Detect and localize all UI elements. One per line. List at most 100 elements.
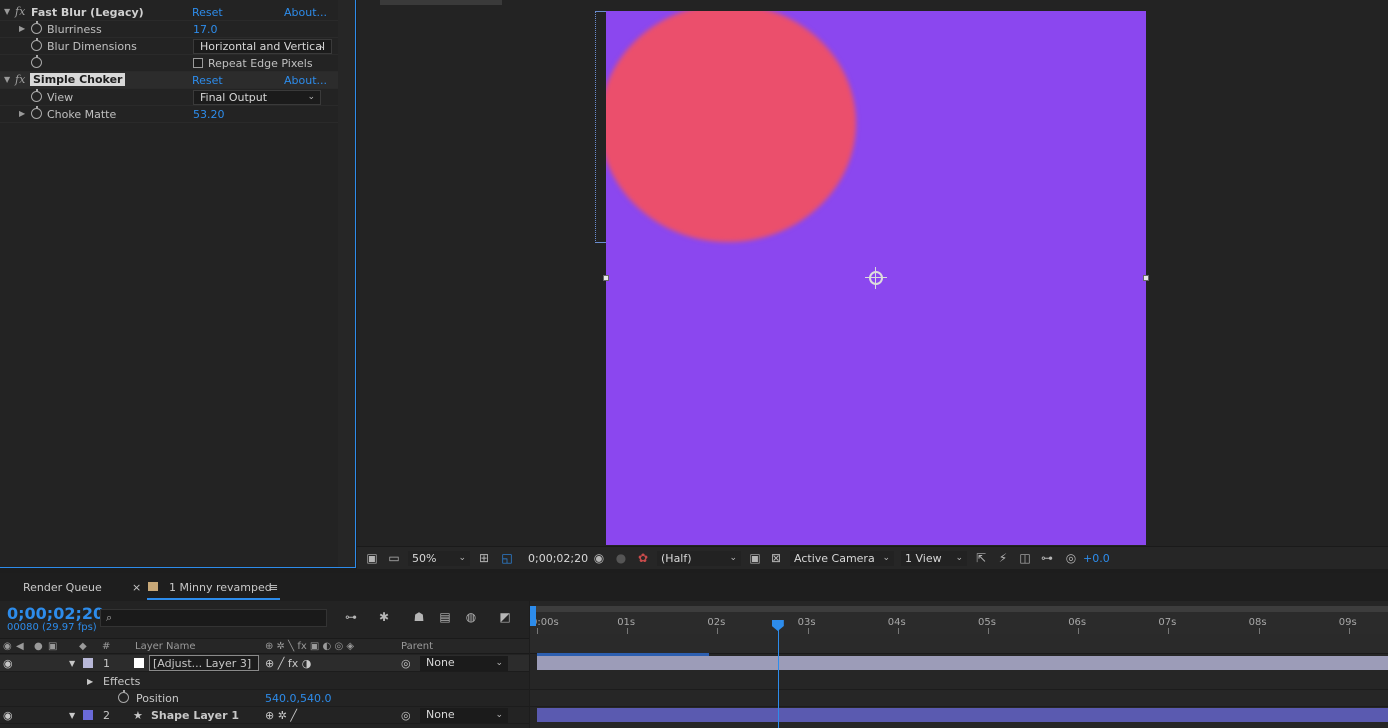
close-tab-icon[interactable]: × (132, 581, 141, 594)
layer-search-input[interactable]: ⌕ (100, 609, 327, 627)
ruler-tick-label: 07s (1158, 617, 1177, 628)
motion-blur-icon[interactable]: ◍ (464, 610, 478, 624)
monitor-icon[interactable]: ▭ (387, 551, 401, 565)
reset-exposure-icon[interactable]: ◎ (1064, 551, 1078, 565)
reset-link[interactable]: Reset (192, 6, 223, 19)
stopwatch-icon[interactable] (31, 89, 42, 102)
stopwatch-icon[interactable] (31, 106, 42, 119)
blurriness-value[interactable]: 17.0 (193, 23, 218, 36)
zoom-dropdown[interactable]: 50% ⌄ (408, 551, 470, 566)
param-label: Blurriness (47, 23, 102, 36)
active-tab-indicator (147, 598, 280, 600)
pickwhip-icon[interactable]: ◎ (401, 709, 411, 722)
tab-render-queue[interactable]: Render Queue (23, 581, 102, 594)
layer-name[interactable]: Shape Layer 1 (151, 709, 239, 722)
transparency-grid-icon[interactable]: ⊠ (769, 551, 783, 565)
panel-menu-icon[interactable]: ≡ (269, 581, 278, 594)
composition-icon (148, 582, 158, 591)
expand-triangle-icon[interactable]: ▼ (69, 659, 75, 668)
switches-row[interactable]: ⊕ ╱ fx ◑ (265, 657, 311, 670)
fx-icon[interactable]: fx (15, 5, 25, 18)
expand-triangle-icon[interactable]: ▶ (19, 109, 25, 118)
expand-triangle-icon[interactable]: ▼ (69, 711, 75, 720)
property-label: Position (136, 692, 179, 705)
toggle-pixel-aspect-icon[interactable]: ⇱ (974, 551, 988, 565)
stopwatch-icon[interactable] (31, 55, 42, 68)
label-tag-icon: ◆ (79, 641, 87, 652)
param-label: Choke Matte (47, 108, 117, 121)
effects-group-row[interactable]: ▶ Effects (0, 673, 529, 690)
expand-triangle-icon[interactable]: ▶ (87, 677, 93, 686)
comp-flowchart-icon[interactable]: ⊶ (344, 610, 358, 624)
ruler-tick-label: 03s (797, 617, 816, 628)
label-color-swatch[interactable] (83, 710, 93, 720)
position-property-row[interactable]: Position 540.0,540.0 (0, 690, 529, 707)
layer-row-2[interactable]: ◉ ▼ 2 ★ Shape Layer 1 ⊕ ✲ ╱ ◎ None ⌄ (0, 707, 529, 724)
show-snapshot-icon[interactable]: ● (614, 551, 628, 565)
flowchart-icon[interactable]: ⊶ (1040, 551, 1054, 565)
expand-triangle-icon[interactable]: ▼ (4, 75, 10, 84)
exposure-value[interactable]: +0.0 (1083, 552, 1110, 565)
layer-name-field[interactable]: [Adjust... Layer 3] (149, 655, 259, 671)
position-value[interactable]: 540.0,540.0 (265, 692, 331, 705)
blur-dimensions-dropdown[interactable]: Horizontal and Vertical ⌄ (193, 39, 332, 54)
region-of-interest-icon[interactable]: ▣ (748, 551, 762, 565)
parent-dropdown[interactable]: None ⌄ (420, 708, 508, 723)
ruler-tick-label: 06s (1068, 617, 1087, 628)
effects-scrollbar[interactable] (338, 0, 355, 567)
layer-1-duration-bar[interactable] (537, 656, 1388, 670)
about-link[interactable]: About... (284, 6, 327, 19)
visibility-eye-icon[interactable]: ◉ (3, 709, 13, 722)
always-preview-icon[interactable]: ▣ (365, 551, 379, 565)
anchor-point-icon[interactable] (865, 267, 887, 289)
hide-shy-layers-icon[interactable]: ☗ (412, 610, 426, 624)
red-circle-shape (606, 11, 856, 242)
switches-row[interactable]: ⊕ ✲ ╱ (265, 709, 297, 722)
transform-handle[interactable] (1143, 275, 1149, 281)
graph-editor-icon[interactable]: ◩ (498, 610, 512, 624)
stopwatch-icon[interactable] (31, 38, 42, 51)
view-dropdown[interactable]: Final Output ⌄ (193, 90, 321, 105)
effect-controls-panel: ▼ fx Fast Blur (Legacy) Reset About... ▶… (0, 0, 356, 568)
camera-dropdown[interactable]: Active Camera ⌄ (790, 551, 894, 566)
param-row-blur-dimensions: Blur Dimensions Horizontal and Vertical … (0, 38, 338, 55)
fast-preview-icon[interactable]: ⚡ (996, 551, 1010, 565)
timeline-icon[interactable]: ◫ (1018, 551, 1032, 565)
resolution-dropdown[interactable]: (Half) ⌄ (657, 551, 741, 566)
viewer-tab[interactable] (380, 0, 502, 5)
stopwatch-icon[interactable] (118, 690, 129, 703)
current-time-indicator-line[interactable] (777, 626, 779, 728)
audio-icon: ◀ (16, 641, 24, 652)
ruler-tick-label: 02s (707, 617, 726, 628)
pickwhip-icon[interactable]: ◎ (401, 657, 411, 670)
parent-dropdown[interactable]: None ⌄ (420, 656, 508, 671)
about-link[interactable]: About... (284, 74, 327, 87)
effect-row-simple-choker[interactable]: ▼ fx Simple Choker Reset About... (0, 72, 338, 89)
layer-name-header[interactable]: Layer Name (135, 641, 196, 652)
effect-name: Fast Blur (Legacy) (31, 6, 144, 19)
expand-triangle-icon[interactable]: ▶ (19, 24, 25, 33)
visibility-eye-icon[interactable]: ◉ (3, 657, 13, 670)
transform-handle[interactable] (603, 275, 609, 281)
effect-row-fast-blur[interactable]: ▼ fx Fast Blur (Legacy) Reset About... (0, 4, 338, 21)
viewer-timecode[interactable]: 0;00;02;20 (528, 552, 588, 565)
stopwatch-icon[interactable] (31, 21, 42, 34)
work-area-start-handle[interactable] (530, 606, 536, 626)
choke-matte-value[interactable]: 53.20 (193, 108, 225, 121)
frame-blending-icon[interactable]: ▤ (438, 610, 452, 624)
label-color-swatch[interactable] (83, 658, 93, 668)
camera-snapshot-icon[interactable]: ◉ (592, 551, 606, 565)
color-channels-icon[interactable]: ✿ (636, 551, 650, 565)
tab-composition[interactable]: 1 Minny revamped (169, 581, 272, 594)
draft-3d-icon[interactable]: ✱ (377, 610, 391, 624)
expand-triangle-icon[interactable]: ▼ (4, 7, 10, 16)
mask-visibility-icon[interactable]: ◱ (500, 551, 514, 565)
current-timecode[interactable]: 0;00;02;20 (7, 604, 104, 623)
layer-row-1[interactable]: ◉ ▼ 1 [Adjust... Layer 3] ⊕ ╱ fx ◑ ◎ Non… (0, 655, 529, 672)
layer-2-duration-bar[interactable] (537, 708, 1388, 722)
repeat-edge-pixels-checkbox[interactable] (193, 58, 203, 68)
fx-icon[interactable]: fx (15, 73, 25, 86)
fit-icon[interactable]: ⊞ (477, 551, 491, 565)
reset-link[interactable]: Reset (192, 74, 223, 87)
views-dropdown[interactable]: 1 View ⌄ (901, 551, 967, 566)
